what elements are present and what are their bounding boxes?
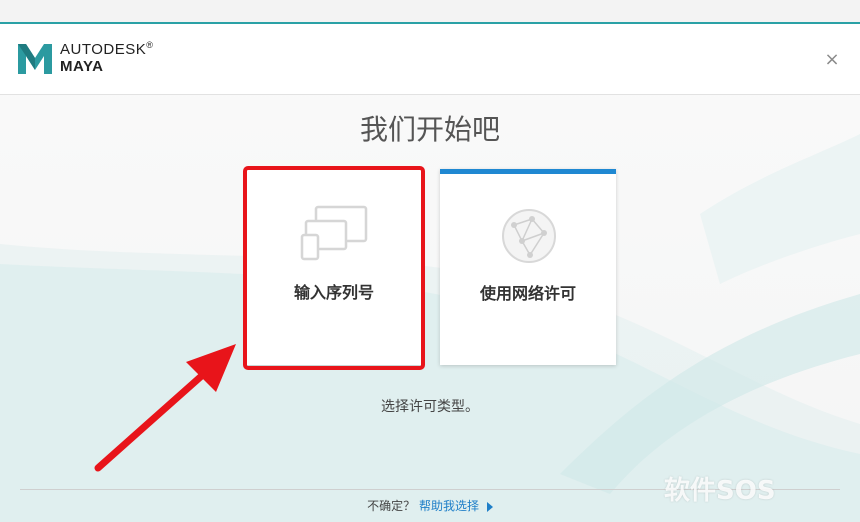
brand-maya: MAYA: [60, 58, 104, 75]
brand-autodesk: AUTODESK®: [60, 40, 154, 58]
background-swoosh: [0, 134, 860, 522]
close-button[interactable]: ×: [822, 50, 842, 70]
play-arrow-icon: [486, 501, 493, 512]
watermark: 软件SOS: [664, 476, 776, 506]
network-globe-icon: [502, 209, 556, 263]
footer-question: 不确定？: [367, 499, 416, 513]
top-bar: [0, 0, 860, 22]
card-label-serial: 输入序列号: [293, 283, 374, 302]
use-network-license-card[interactable]: 使用网络许可: [440, 169, 616, 365]
dialog-header: AUTODESK® MAYA ×: [0, 24, 860, 95]
enter-serial-number-card[interactable]: 输入序列号: [246, 169, 422, 365]
dialog-window: AUTODESK® MAYA × 我们开始吧 输入序列号 使用网络许可 选择许可…: [0, 24, 860, 522]
maya-logo-icon: [18, 44, 52, 74]
devices-icon: [300, 205, 368, 261]
license-type-hint: 选择许可类型。: [381, 399, 479, 415]
help-me-choose-link[interactable]: 帮助我选择: [419, 499, 479, 513]
card-label-network: 使用网络许可: [479, 284, 576, 303]
page-title: 我们开始吧: [359, 113, 500, 146]
